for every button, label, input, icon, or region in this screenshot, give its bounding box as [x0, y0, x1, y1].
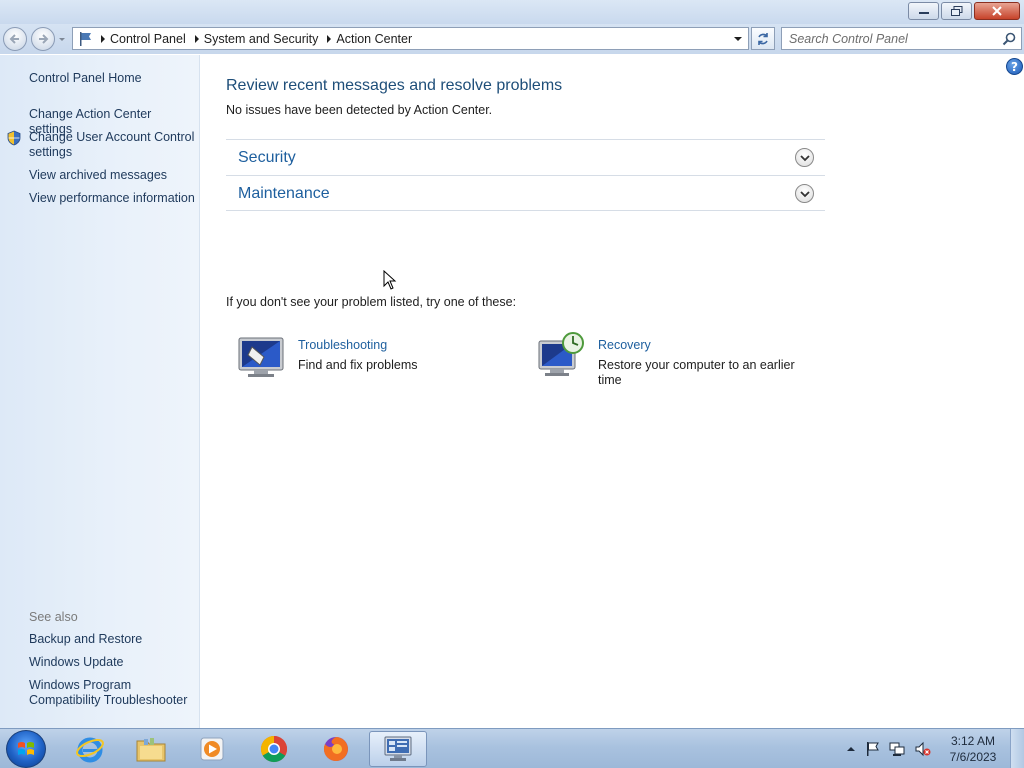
forward-arrow-icon — [39, 34, 49, 44]
show-desktop-button[interactable] — [1010, 729, 1024, 768]
volume-tray-button[interactable] — [915, 741, 931, 757]
windows-logo-icon — [18, 742, 34, 755]
search-icon[interactable] — [1001, 31, 1017, 47]
breadcrumb-arrow-icon[interactable] — [96, 34, 110, 43]
refresh-button[interactable] — [751, 27, 775, 50]
sidebar-item-view-performance-information[interactable]: View performance information — [29, 191, 197, 206]
minimize-button[interactable] — [908, 2, 939, 20]
troubleshooting-description: Find and fix problems — [298, 358, 418, 372]
sidebar-item-control-panel-home[interactable]: Control Panel Home — [29, 71, 197, 86]
see-also-heading: See also — [29, 610, 78, 624]
address-bar[interactable]: Control Panel System and Security Action… — [72, 27, 749, 50]
recovery-tool: Recovery Restore your computer to an ear… — [538, 331, 808, 391]
taskbar-media-player[interactable] — [183, 731, 241, 767]
firefox-icon — [323, 737, 348, 761]
internet-explorer-icon — [76, 737, 104, 763]
help-button[interactable]: ? — [1006, 58, 1023, 75]
address-dropdown-button[interactable] — [728, 28, 748, 49]
show-hidden-icons-button[interactable] — [843, 741, 859, 757]
see-also-backup-and-restore[interactable]: Backup and Restore — [29, 632, 197, 647]
back-arrow-icon — [9, 34, 19, 44]
expand-security-button[interactable] — [795, 148, 814, 167]
breadcrumb-action-center[interactable]: Action Center — [336, 32, 416, 46]
status-message: No issues have been detected by Action C… — [226, 103, 493, 117]
chevron-up-icon — [847, 747, 855, 751]
recovery-icon — [538, 332, 584, 376]
clock[interactable]: 3:12 AM 7/6/2023 — [940, 733, 1006, 765]
recent-pages-dropdown[interactable] — [57, 33, 67, 45]
file-explorer-icon — [136, 738, 166, 762]
close-button[interactable] — [974, 2, 1020, 20]
sidebar-item-change-uac-settings[interactable]: Change User Account Control settings — [29, 130, 197, 160]
address-row: Control Panel System and Security Action… — [0, 24, 1024, 54]
chrome-icon — [260, 735, 288, 763]
sidebar-item-view-archived-messages[interactable]: View archived messages — [29, 168, 197, 183]
section-security-label[interactable]: Security — [238, 149, 296, 167]
troubleshooting-tool: Troubleshooting Find and fix problems — [238, 335, 508, 385]
taskbar: 3:12 AM 7/6/2023 — [0, 728, 1024, 768]
media-player-icon — [200, 737, 224, 761]
uac-shield-icon — [7, 130, 21, 146]
window-controls — [908, 2, 1020, 20]
expand-maintenance-button[interactable] — [795, 184, 814, 203]
flag-icon — [867, 742, 879, 756]
troubleshooting-icon — [238, 337, 284, 377]
forward-button[interactable] — [31, 27, 55, 51]
recovery-link[interactable]: Recovery — [598, 338, 651, 352]
taskbar-firefox[interactable] — [307, 731, 365, 767]
action-center-tray-button[interactable] — [865, 741, 881, 757]
breadcrumb-arrow-icon[interactable] — [190, 34, 204, 43]
breadcrumb-system-and-security[interactable]: System and Security — [204, 32, 323, 46]
see-also-compatibility-troubleshooter[interactable]: Windows Program Compatibility Troublesho… — [29, 678, 194, 708]
close-icon — [992, 6, 1002, 16]
section-maintenance[interactable]: Maintenance — [226, 175, 825, 211]
taskbar-control-panel[interactable] — [369, 731, 427, 767]
taskbar-internet-explorer[interactable] — [61, 731, 119, 767]
restore-icon — [950, 6, 962, 16]
search-input[interactable] — [782, 28, 992, 49]
section-security[interactable]: Security — [226, 139, 825, 175]
see-also-windows-update[interactable]: Windows Update — [29, 655, 197, 670]
chevron-down-icon — [799, 154, 810, 161]
troubleshoot-hint: If you don't see your problem listed, tr… — [226, 295, 517, 309]
taskbar-chrome[interactable] — [245, 731, 303, 767]
start-button[interactable] — [6, 730, 46, 768]
taskbar-file-explorer[interactable] — [122, 731, 180, 767]
network-icon — [889, 742, 905, 756]
mouse-cursor-icon — [383, 270, 397, 290]
restore-button[interactable] — [941, 2, 972, 20]
section-maintenance-label[interactable]: Maintenance — [238, 185, 330, 203]
sidebar: Control Panel Home Change Action Center … — [0, 55, 200, 728]
recovery-description: Restore your computer to an earlier time — [598, 358, 795, 387]
clock-time: 3:12 AM — [950, 734, 996, 748]
breadcrumb-arrow-icon[interactable] — [322, 34, 336, 43]
breadcrumb-control-panel[interactable]: Control Panel — [110, 32, 190, 46]
help-icon: ? — [1011, 59, 1018, 74]
troubleshooting-link[interactable]: Troubleshooting — [298, 338, 387, 352]
minimize-icon — [918, 12, 929, 14]
refresh-icon — [758, 32, 768, 45]
chevron-down-icon — [59, 38, 65, 41]
clock-date: 7/6/2023 — [949, 750, 997, 764]
network-tray-button[interactable] — [889, 741, 905, 757]
chevron-down-icon — [734, 36, 742, 41]
page-title: Review recent messages and resolve probl… — [226, 77, 563, 94]
chevron-down-icon — [799, 190, 810, 197]
volume-muted-icon — [915, 741, 931, 757]
search-box[interactable] — [781, 27, 1022, 50]
back-button[interactable] — [3, 27, 27, 51]
control-panel-icon — [384, 736, 412, 761]
control-panel-flag-icon — [76, 29, 96, 49]
title-bar — [0, 0, 1024, 24]
